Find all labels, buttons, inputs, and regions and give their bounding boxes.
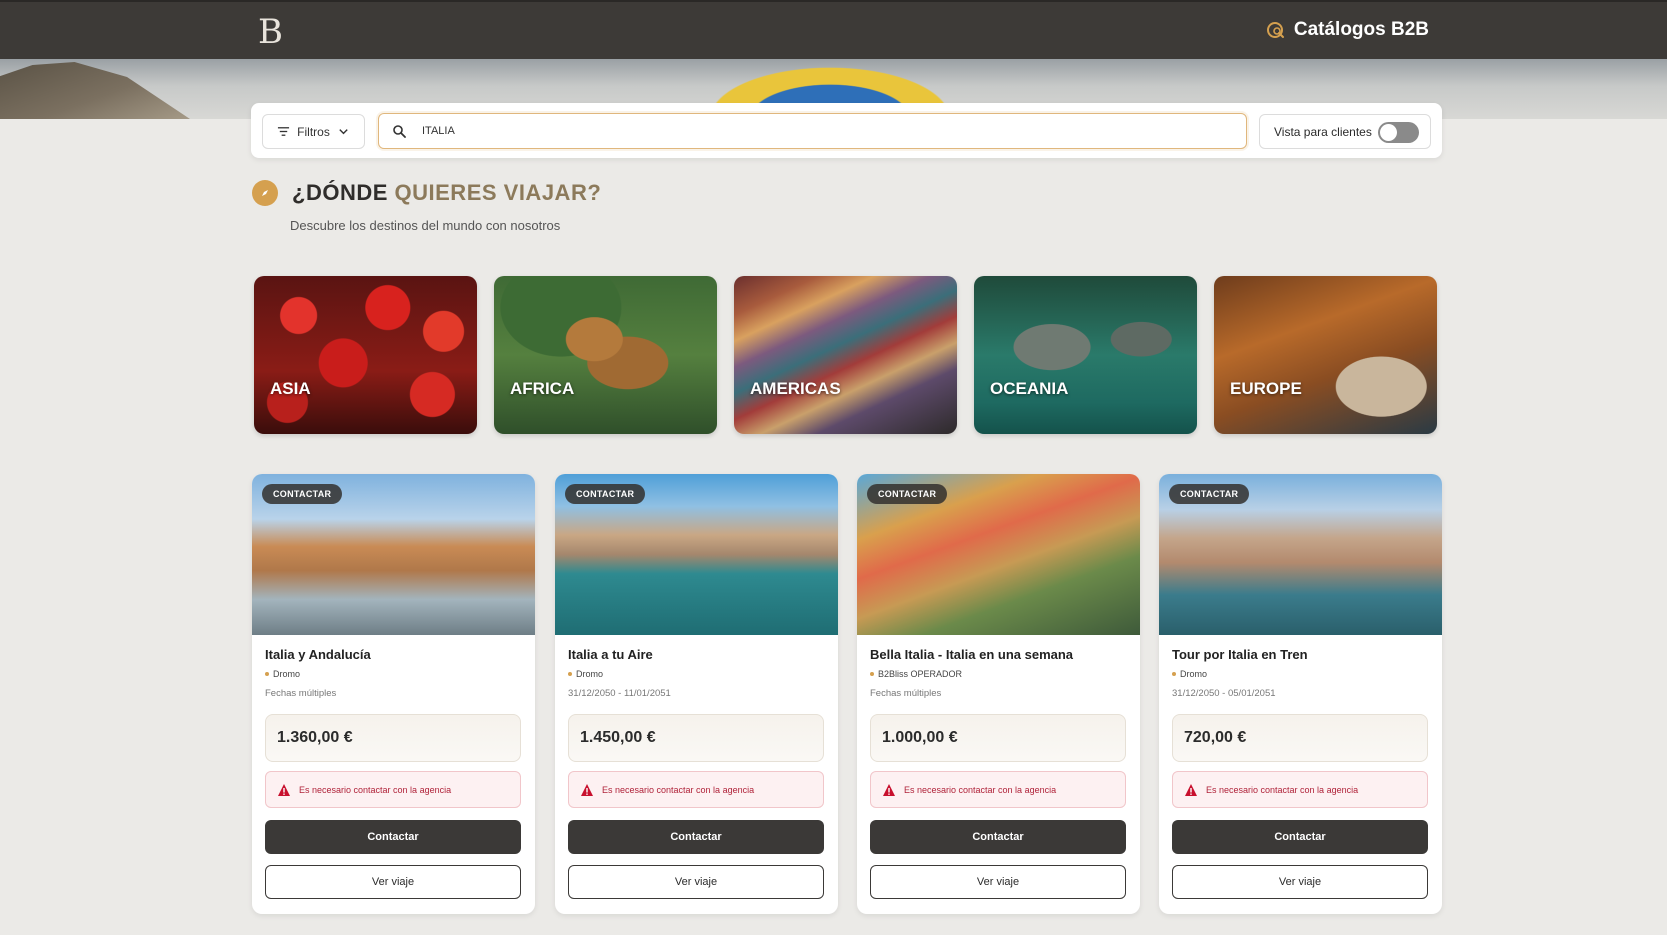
trip-operator: Dromo <box>265 669 300 679</box>
trip-price: 720,00 € <box>1172 714 1428 762</box>
continent-label: AFRICA <box>510 379 575 398</box>
trip-dates: Fechas múltiples <box>870 688 942 699</box>
view-trip-button[interactable]: Ver viaje <box>870 865 1126 899</box>
warning-text: Es necesario contactar con la agencia <box>904 784 1057 795</box>
section-subtitle: Descubre los destinos del mundo con noso… <box>290 218 561 233</box>
operator-name: Dromo <box>273 669 301 679</box>
search-panel: Filtros Vista para clientes <box>251 103 1442 158</box>
catalogs-link[interactable]: Catálogos B2B <box>1266 19 1429 41</box>
operator-dot <box>1172 672 1176 676</box>
operator-dot <box>265 672 269 676</box>
continent-label: AMERICAS <box>750 379 841 398</box>
operator-name: B2Bliss OPERADOR <box>878 669 963 679</box>
warning-icon <box>883 783 895 796</box>
contact-button[interactable]: Contactar <box>1172 820 1428 854</box>
continent-label: EUROPE <box>1230 379 1302 398</box>
continent-tile-americas[interactable]: AMERICAS <box>734 276 957 434</box>
warning-icon <box>1185 783 1197 796</box>
trip-card: CONTACTAR Bella Italia - Italia en una s… <box>857 474 1140 914</box>
continent-tile-africa[interactable]: AFRICA <box>494 276 717 434</box>
trip-price: 1.450,00 € <box>568 714 824 762</box>
client-view-toggle-group: Vista para clientes <box>1259 114 1431 149</box>
client-view-label: Vista para clientes <box>1274 124 1372 139</box>
operator-name: Dromo <box>1180 669 1208 679</box>
contact-warning: Es necesario contactar con la agencia <box>568 771 824 808</box>
operator-name: Dromo <box>576 669 604 679</box>
warning-text: Es necesario contactar con la agencia <box>299 784 452 795</box>
warning-text: Es necesario contactar con la agencia <box>602 784 755 795</box>
contact-warning: Es necesario contactar con la agencia <box>265 771 521 808</box>
contact-button[interactable]: Contactar <box>265 820 521 854</box>
trip-operator: Dromo <box>568 669 603 679</box>
section-title-part1: ¿DÓNDE <box>292 180 388 205</box>
operator-dot <box>870 672 874 676</box>
continent-label: ASIA <box>270 379 311 398</box>
view-trip-button[interactable]: Ver viaje <box>265 865 521 899</box>
warning-icon <box>581 783 593 796</box>
trip-dates: 31/12/2050 - 05/01/2051 <box>1172 688 1276 699</box>
operator-dot <box>568 672 572 676</box>
compass-icon <box>252 180 278 206</box>
contact-badge: CONTACTAR <box>867 484 948 504</box>
trip-card: CONTACTAR Italia a tu Aire Dromo 31/12/2… <box>555 474 838 914</box>
trip-operator: B2Bliss OPERADOR <box>870 669 962 679</box>
contact-warning: Es necesario contactar con la agencia <box>870 771 1126 808</box>
catalog-search-icon <box>1266 22 1284 38</box>
warning-icon <box>278 783 290 796</box>
trip-price: 1.000,00 € <box>870 714 1126 762</box>
contact-badge: CONTACTAR <box>565 484 646 504</box>
search-input[interactable] <box>422 125 1202 137</box>
continent-tile-oceania[interactable]: OCEANIA <box>974 276 1197 434</box>
trip-title[interactable]: Italia y Andalucía <box>265 647 371 662</box>
brand-logo[interactable]: B <box>258 12 283 52</box>
toggle-knob <box>1380 124 1397 141</box>
contact-button[interactable]: Contactar <box>568 820 824 854</box>
search-icon <box>393 125 406 138</box>
trip-card: CONTACTAR Italia y Andalucía Dromo Fecha… <box>252 474 535 914</box>
continent-tile-asia[interactable]: ASIA <box>254 276 477 434</box>
trip-title[interactable]: Bella Italia - Italia en una semana <box>870 647 1073 662</box>
client-view-toggle[interactable] <box>1378 122 1419 143</box>
trip-dates: Fechas múltiples <box>265 688 337 699</box>
contact-badge: CONTACTAR <box>1169 484 1250 504</box>
trip-price: 1.360,00 € <box>265 714 521 762</box>
trip-title[interactable]: Italia a tu Aire <box>568 647 653 662</box>
section-title-part2: QUIERES VIAJAR? <box>394 180 602 205</box>
top-bar: B Catálogos B2B <box>0 0 1667 59</box>
hero-hill-image <box>0 62 190 119</box>
trip-operator: Dromo <box>1172 669 1207 679</box>
catalogs-label: Catálogos B2B <box>1293 19 1429 40</box>
warning-text: Es necesario contactar con la agencia <box>1206 784 1359 795</box>
contact-button[interactable]: Contactar <box>870 820 1126 854</box>
contact-badge: CONTACTAR <box>262 484 343 504</box>
filters-label: Filtros <box>297 124 330 139</box>
continent-tile-europe[interactable]: EUROPE <box>1214 276 1437 434</box>
section-heading: ¿DÓNDE QUIERES VIAJAR? <box>252 180 601 206</box>
view-trip-button[interactable]: Ver viaje <box>568 865 824 899</box>
trip-title[interactable]: Tour por Italia en Tren <box>1172 647 1308 662</box>
chevron-down-icon <box>339 129 348 135</box>
view-trip-button[interactable]: Ver viaje <box>1172 865 1428 899</box>
trip-dates: 31/12/2050 - 11/01/2051 <box>568 688 671 699</box>
trip-card: CONTACTAR Tour por Italia en Tren Dromo … <box>1159 474 1442 914</box>
contact-warning: Es necesario contactar con la agencia <box>1172 771 1428 808</box>
section-title: ¿DÓNDE QUIERES VIAJAR? <box>292 180 601 206</box>
filters-button[interactable]: Filtros <box>262 114 365 149</box>
filter-icon <box>278 127 290 136</box>
search-box[interactable] <box>378 113 1247 149</box>
continent-label: OCEANIA <box>990 379 1069 398</box>
